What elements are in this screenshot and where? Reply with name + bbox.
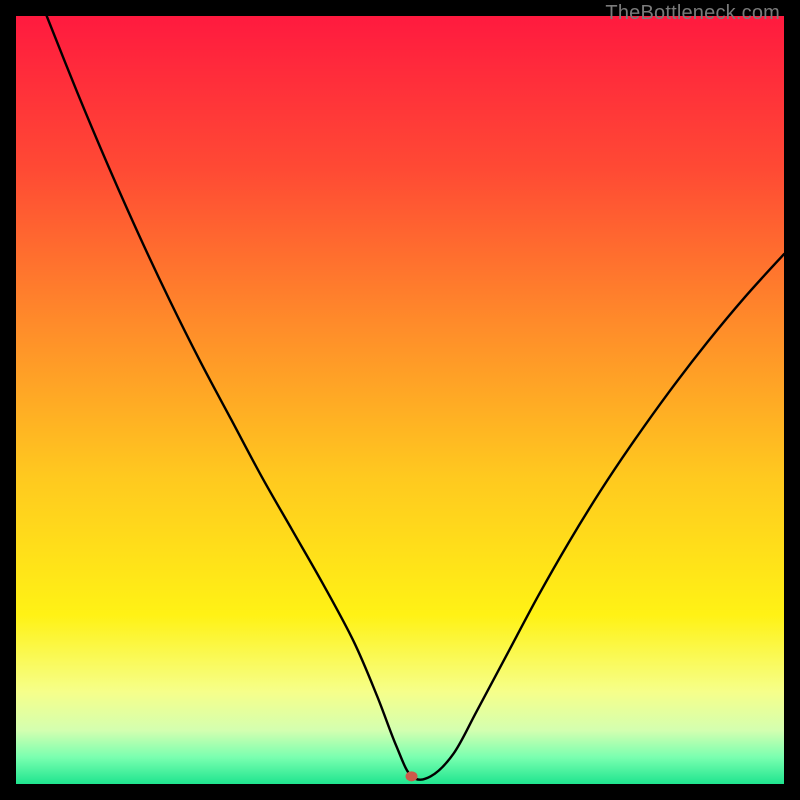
chart-background xyxy=(16,16,784,784)
optimal-point-marker xyxy=(406,771,418,781)
bottleneck-chart xyxy=(16,16,784,784)
chart-frame xyxy=(16,16,784,784)
